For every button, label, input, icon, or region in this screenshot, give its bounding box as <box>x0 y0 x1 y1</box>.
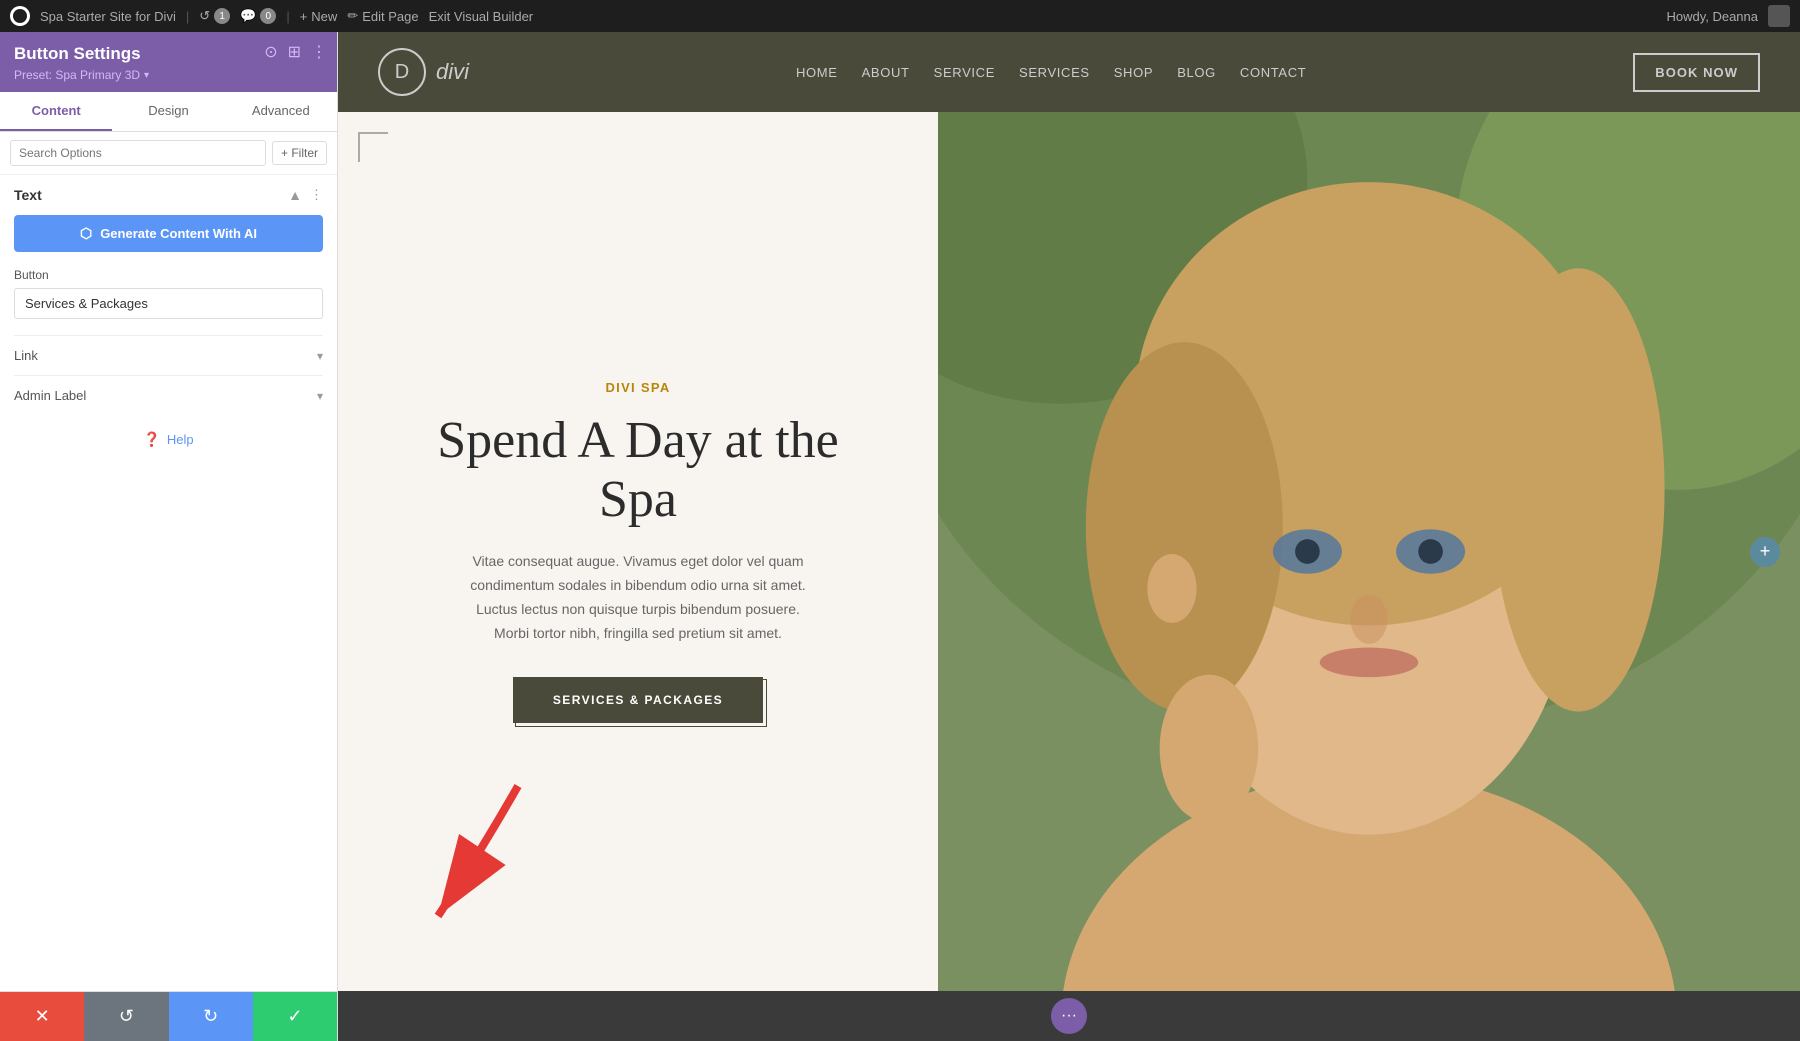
logo-circle: D <box>378 48 426 96</box>
exit-visual-builder-button[interactable]: Exit Visual Builder <box>429 9 534 24</box>
link-section-header[interactable]: Link ▾ <box>14 348 323 363</box>
help-row[interactable]: ❓ Help <box>14 415 323 464</box>
new-button[interactable]: + New <box>300 9 338 24</box>
tab-advanced[interactable]: Advanced <box>225 92 337 131</box>
panel-header-icons: ⊙ ⊞ ⋮ <box>264 42 327 62</box>
cancel-button[interactable]: ✕ <box>0 992 84 1041</box>
link-section-title: Link <box>14 348 38 363</box>
save-icon: ✓ <box>287 1006 302 1027</box>
admin-bar-right: Howdy, Deanna <box>1666 5 1790 27</box>
admin-bar-left: Spa Starter Site for Divi | ↺ 1 💬 0 | + … <box>10 6 1654 26</box>
text-section-header: Text ▲ ⋮ <box>14 187 323 203</box>
generate-ai-button[interactable]: ⬡ Generate Content With AI <box>14 215 323 252</box>
comments-btn[interactable]: 💬 0 <box>240 8 276 24</box>
hero-image <box>938 112 1800 991</box>
right-content: D divi HOME ABOUT SERVICE SERVICES SHOP … <box>338 32 1800 1041</box>
search-input[interactable] <box>10 140 266 166</box>
admin-label-title: Admin Label <box>14 388 86 403</box>
separator2: | <box>286 9 289 24</box>
hero-image-svg <box>938 112 1800 991</box>
admin-label-section: Admin Label ▾ <box>14 375 323 415</box>
panel-header: Button Settings Preset: Spa Primary 3D ▾… <box>0 32 337 92</box>
add-section-button[interactable]: + <box>1750 537 1780 567</box>
logo-letter: D <box>395 61 409 84</box>
more-icon[interactable]: ⋮ <box>311 42 327 62</box>
nav-about[interactable]: ABOUT <box>862 65 910 80</box>
hero-left: DIVI SPA Spend A Day at the Spa Vitae co… <box>338 112 938 991</box>
button-field-label: Button <box>14 268 323 282</box>
hero-body-text: Vitae consequat augue. Vivamus eget dolo… <box>458 550 818 645</box>
redo-icon: ↻ <box>203 1006 218 1027</box>
link-section: Link ▾ <box>14 335 323 375</box>
main-layout: Button Settings Preset: Spa Primary 3D ▾… <box>0 32 1800 1041</box>
edit-page-button[interactable]: ✏ Edit Page <box>347 8 418 24</box>
filter-button[interactable]: + Filter <box>272 141 327 165</box>
comments-count: 0 <box>260 8 276 24</box>
layout-icon[interactable]: ⊞ <box>288 42 301 62</box>
tab-content[interactable]: Content <box>0 92 112 131</box>
revisions-count: 1 <box>214 8 230 24</box>
text-section-title: Text <box>14 187 42 203</box>
section-header-icons: ▲ ⋮ <box>288 187 323 203</box>
admin-label-chevron-icon: ▾ <box>317 389 323 403</box>
nav-blog[interactable]: BLOG <box>1177 65 1216 80</box>
help-icon: ❓ <box>143 431 160 448</box>
nav-logo[interactable]: D divi <box>378 48 469 96</box>
hero-title: Spend A Day at the Spa <box>398 411 878 531</box>
site-footer-bar: ··· <box>338 991 1800 1041</box>
site-nav: D divi HOME ABOUT SERVICE SERVICES SHOP … <box>338 32 1800 112</box>
nav-shop[interactable]: SHOP <box>1114 65 1153 80</box>
more-options-button[interactable]: ··· <box>1051 998 1087 1034</box>
plus-icon: + <box>300 9 308 24</box>
button-text-input[interactable] <box>14 288 323 319</box>
undo-button[interactable]: ↺ <box>84 992 168 1041</box>
book-now-button[interactable]: BOOK NOW <box>1633 53 1760 92</box>
hero-subtitle: DIVI SPA <box>605 380 670 395</box>
separator: | <box>186 9 189 24</box>
hero-section: DIVI SPA Spend A Day at the Spa Vitae co… <box>338 112 1800 991</box>
link-chevron-icon: ▾ <box>317 349 323 363</box>
help-label: Help <box>167 432 194 447</box>
nav-service[interactable]: SERVICE <box>934 65 995 80</box>
left-panel: Button Settings Preset: Spa Primary 3D ▾… <box>0 32 338 1041</box>
nav-contact[interactable]: CONTACT <box>1240 65 1306 80</box>
focus-icon[interactable]: ⊙ <box>264 42 277 62</box>
wordpress-logo[interactable] <box>10 6 30 26</box>
user-avatar <box>1768 5 1790 27</box>
admin-bar: Spa Starter Site for Divi | ↺ 1 💬 0 | + … <box>0 0 1800 32</box>
bottom-action-bar: ✕ ↺ ↻ ✓ <box>0 991 337 1041</box>
pencil-icon: ✏ <box>347 8 358 24</box>
site-name[interactable]: Spa Starter Site for Divi <box>40 9 176 24</box>
save-button[interactable]: ✓ <box>253 992 337 1041</box>
panel-body: Text ▲ ⋮ ⬡ Generate Content With AI Butt… <box>0 175 337 991</box>
corner-bracket-decoration <box>358 132 388 162</box>
panel-preset[interactable]: Preset: Spa Primary 3D ▾ <box>14 68 323 82</box>
nav-menu: HOME ABOUT SERVICE SERVICES SHOP BLOG CO… <box>796 65 1306 80</box>
hero-right: + <box>938 112 1800 991</box>
nav-home[interactable]: HOME <box>796 65 838 80</box>
collapse-text-icon[interactable]: ▲ <box>288 187 302 203</box>
howdy-text: Howdy, Deanna <box>1666 9 1758 24</box>
tab-design[interactable]: Design <box>112 92 224 131</box>
search-row: + Filter <box>0 132 337 175</box>
logo-text: divi <box>436 59 469 85</box>
text-section-more-icon[interactable]: ⋮ <box>310 187 323 203</box>
undo-icon: ↺ <box>119 1006 134 1027</box>
revision-icon: ↺ <box>199 8 210 24</box>
panel-tabs: Content Design Advanced <box>0 92 337 132</box>
ai-icon: ⬡ <box>80 225 92 242</box>
cancel-icon: ✕ <box>35 1006 50 1027</box>
revisions-btn[interactable]: ↺ 1 <box>199 8 230 24</box>
preset-chevron-icon: ▾ <box>144 70 149 81</box>
nav-services[interactable]: SERVICES <box>1019 65 1090 80</box>
redo-button[interactable]: ↻ <box>169 992 253 1041</box>
admin-label-section-header[interactable]: Admin Label ▾ <box>14 388 323 403</box>
hero-cta-button[interactable]: SERVICES & PACKAGES <box>513 677 763 723</box>
comment-icon: 💬 <box>240 8 256 24</box>
